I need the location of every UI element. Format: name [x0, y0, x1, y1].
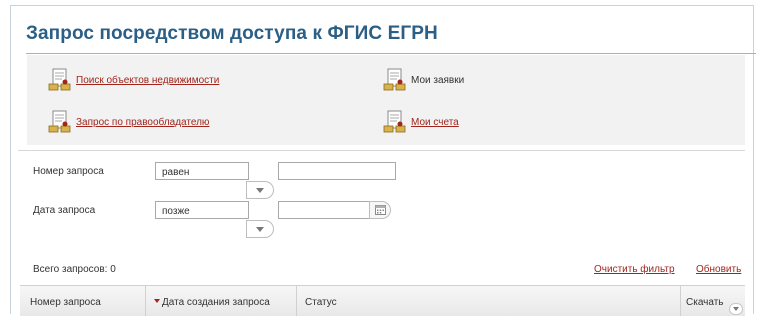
menu-my-requests[interactable]: Мои заявки [382, 67, 464, 93]
request-number-input[interactable] [278, 162, 396, 180]
request-date-label: Дата запроса [33, 205, 96, 216]
sort-desc-icon [154, 299, 160, 303]
document-stamp-icon [383, 110, 406, 133]
filter-divider [18, 150, 745, 151]
column-request-number-label: Номер запроса [30, 297, 101, 308]
owner-request-link[interactable]: Запрос по правообладателю [76, 117, 209, 128]
clear-filter-link[interactable]: Очистить фильтр [594, 264, 675, 275]
my-accounts-link[interactable]: Мои счета [411, 117, 459, 128]
requests-table-header: Номер запроса Дата создания запроса Стат… [20, 285, 745, 316]
column-menu-button[interactable] [729, 303, 743, 315]
menu-search-objects[interactable]: Поиск объектов недвижимости [47, 67, 219, 93]
chevron-down-icon [256, 226, 264, 232]
request-date-condition-dropdown[interactable] [246, 220, 274, 238]
menu-panel: Поиск объектов недвижимости Мои заявки З… [27, 55, 745, 145]
request-date-input[interactable] [278, 201, 370, 219]
chevron-down-icon [256, 187, 264, 193]
menu-my-accounts[interactable]: Мои счета [382, 109, 459, 135]
column-created-date-label: Дата создания запроса [162, 297, 270, 308]
title-divider [26, 53, 756, 54]
chevron-down-icon [733, 307, 739, 311]
request-number-label: Номер запроса [33, 166, 104, 177]
request-date-calendar-button[interactable] [369, 201, 391, 219]
request-number-condition-select[interactable]: равен [155, 162, 249, 180]
search-objects-link[interactable]: Поиск объектов недвижимости [76, 75, 219, 86]
total-requests-count: Всего запросов: 0 [33, 264, 116, 275]
column-download[interactable]: Скачать [681, 286, 745, 316]
column-created-date[interactable]: Дата создания запроса [146, 286, 296, 316]
document-stamp-icon [383, 68, 406, 91]
refresh-link[interactable]: Обновить [696, 264, 741, 275]
column-request-number[interactable]: Номер запроса [20, 286, 145, 316]
request-number-condition-dropdown[interactable] [246, 181, 274, 199]
document-stamp-icon [48, 110, 71, 133]
my-requests-label[interactable]: Мои заявки [411, 75, 464, 86]
calendar-icon [374, 205, 386, 215]
column-download-label: Скачать [686, 297, 724, 308]
page-title: Запрос посредством доступа к ФГИС ЕГРН [26, 23, 438, 44]
request-date-condition-select[interactable]: позже [155, 201, 249, 219]
column-status[interactable]: Статус [297, 286, 680, 316]
menu-owner-request[interactable]: Запрос по правообладателю [47, 109, 209, 135]
column-status-label: Статус [305, 297, 337, 308]
document-stamp-icon [48, 68, 71, 91]
